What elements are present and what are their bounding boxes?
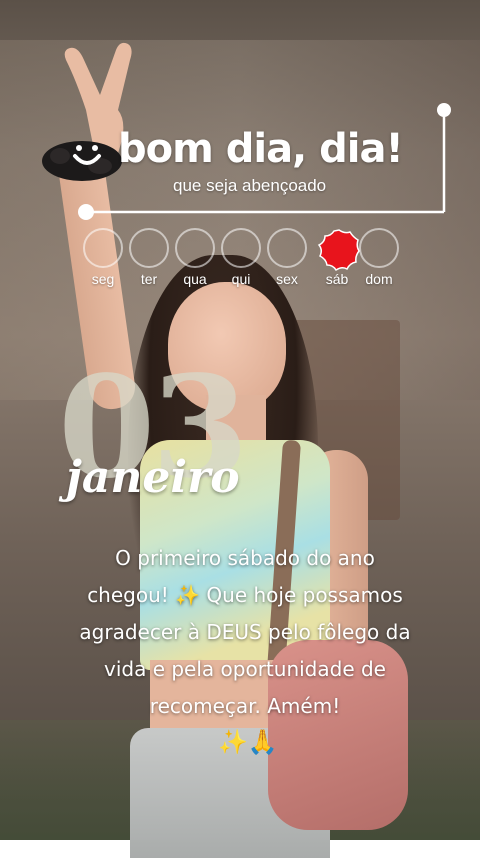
weekday-ring [221, 228, 261, 268]
date-month: janeiro [66, 452, 240, 503]
message-line: O primeiro sábado do ano [115, 546, 375, 570]
message-line: recomeçar. Amém! [149, 694, 341, 718]
greeting-subtitle: que seja abençoado [173, 176, 327, 195]
weekday-ring [83, 228, 123, 268]
message-line: agradecer à DEUS pelo fôlego da [79, 620, 411, 644]
weekday-label: qui [231, 271, 251, 287]
weekday-label: dom [365, 271, 393, 287]
smile-icon [73, 145, 101, 165]
weekday-seg: seg [80, 228, 126, 287]
weekday-label: sex [276, 271, 298, 287]
weekday-sex: sex [264, 228, 310, 287]
weekday-ring [129, 228, 169, 268]
weekday-label: qua [183, 271, 207, 287]
greeting-title: bom dia, dia! [118, 126, 404, 172]
weekday-ring [267, 228, 307, 268]
greeting-frame-line [78, 103, 451, 220]
message-text: O primeiro sábado do ano chegou! ✨ Que h… [60, 540, 430, 725]
weekday-qui: qui [218, 228, 264, 287]
weekday-ring [175, 228, 215, 268]
weekday-row: seg ter qua qui sex sáb dom [80, 228, 410, 298]
weekday-label: sáb [325, 271, 349, 287]
message-line: vida e pela oportunidade de [104, 657, 386, 681]
weekday-ter: ter [126, 228, 172, 287]
weekday-sab: sáb [314, 228, 360, 287]
weekday-label: ter [140, 271, 158, 287]
weekday-dom: dom [356, 228, 402, 287]
message-line: chegou! ✨ Que hoje possamos [87, 583, 403, 607]
weekday-qua: qua [172, 228, 218, 287]
active-day-marker-icon [317, 229, 360, 272]
sparkles-pray-emoji: ✨🙏 [218, 728, 278, 756]
weekday-label: seg [91, 271, 115, 287]
weekday-ring [359, 228, 399, 268]
weekday-ring-active [317, 228, 360, 272]
